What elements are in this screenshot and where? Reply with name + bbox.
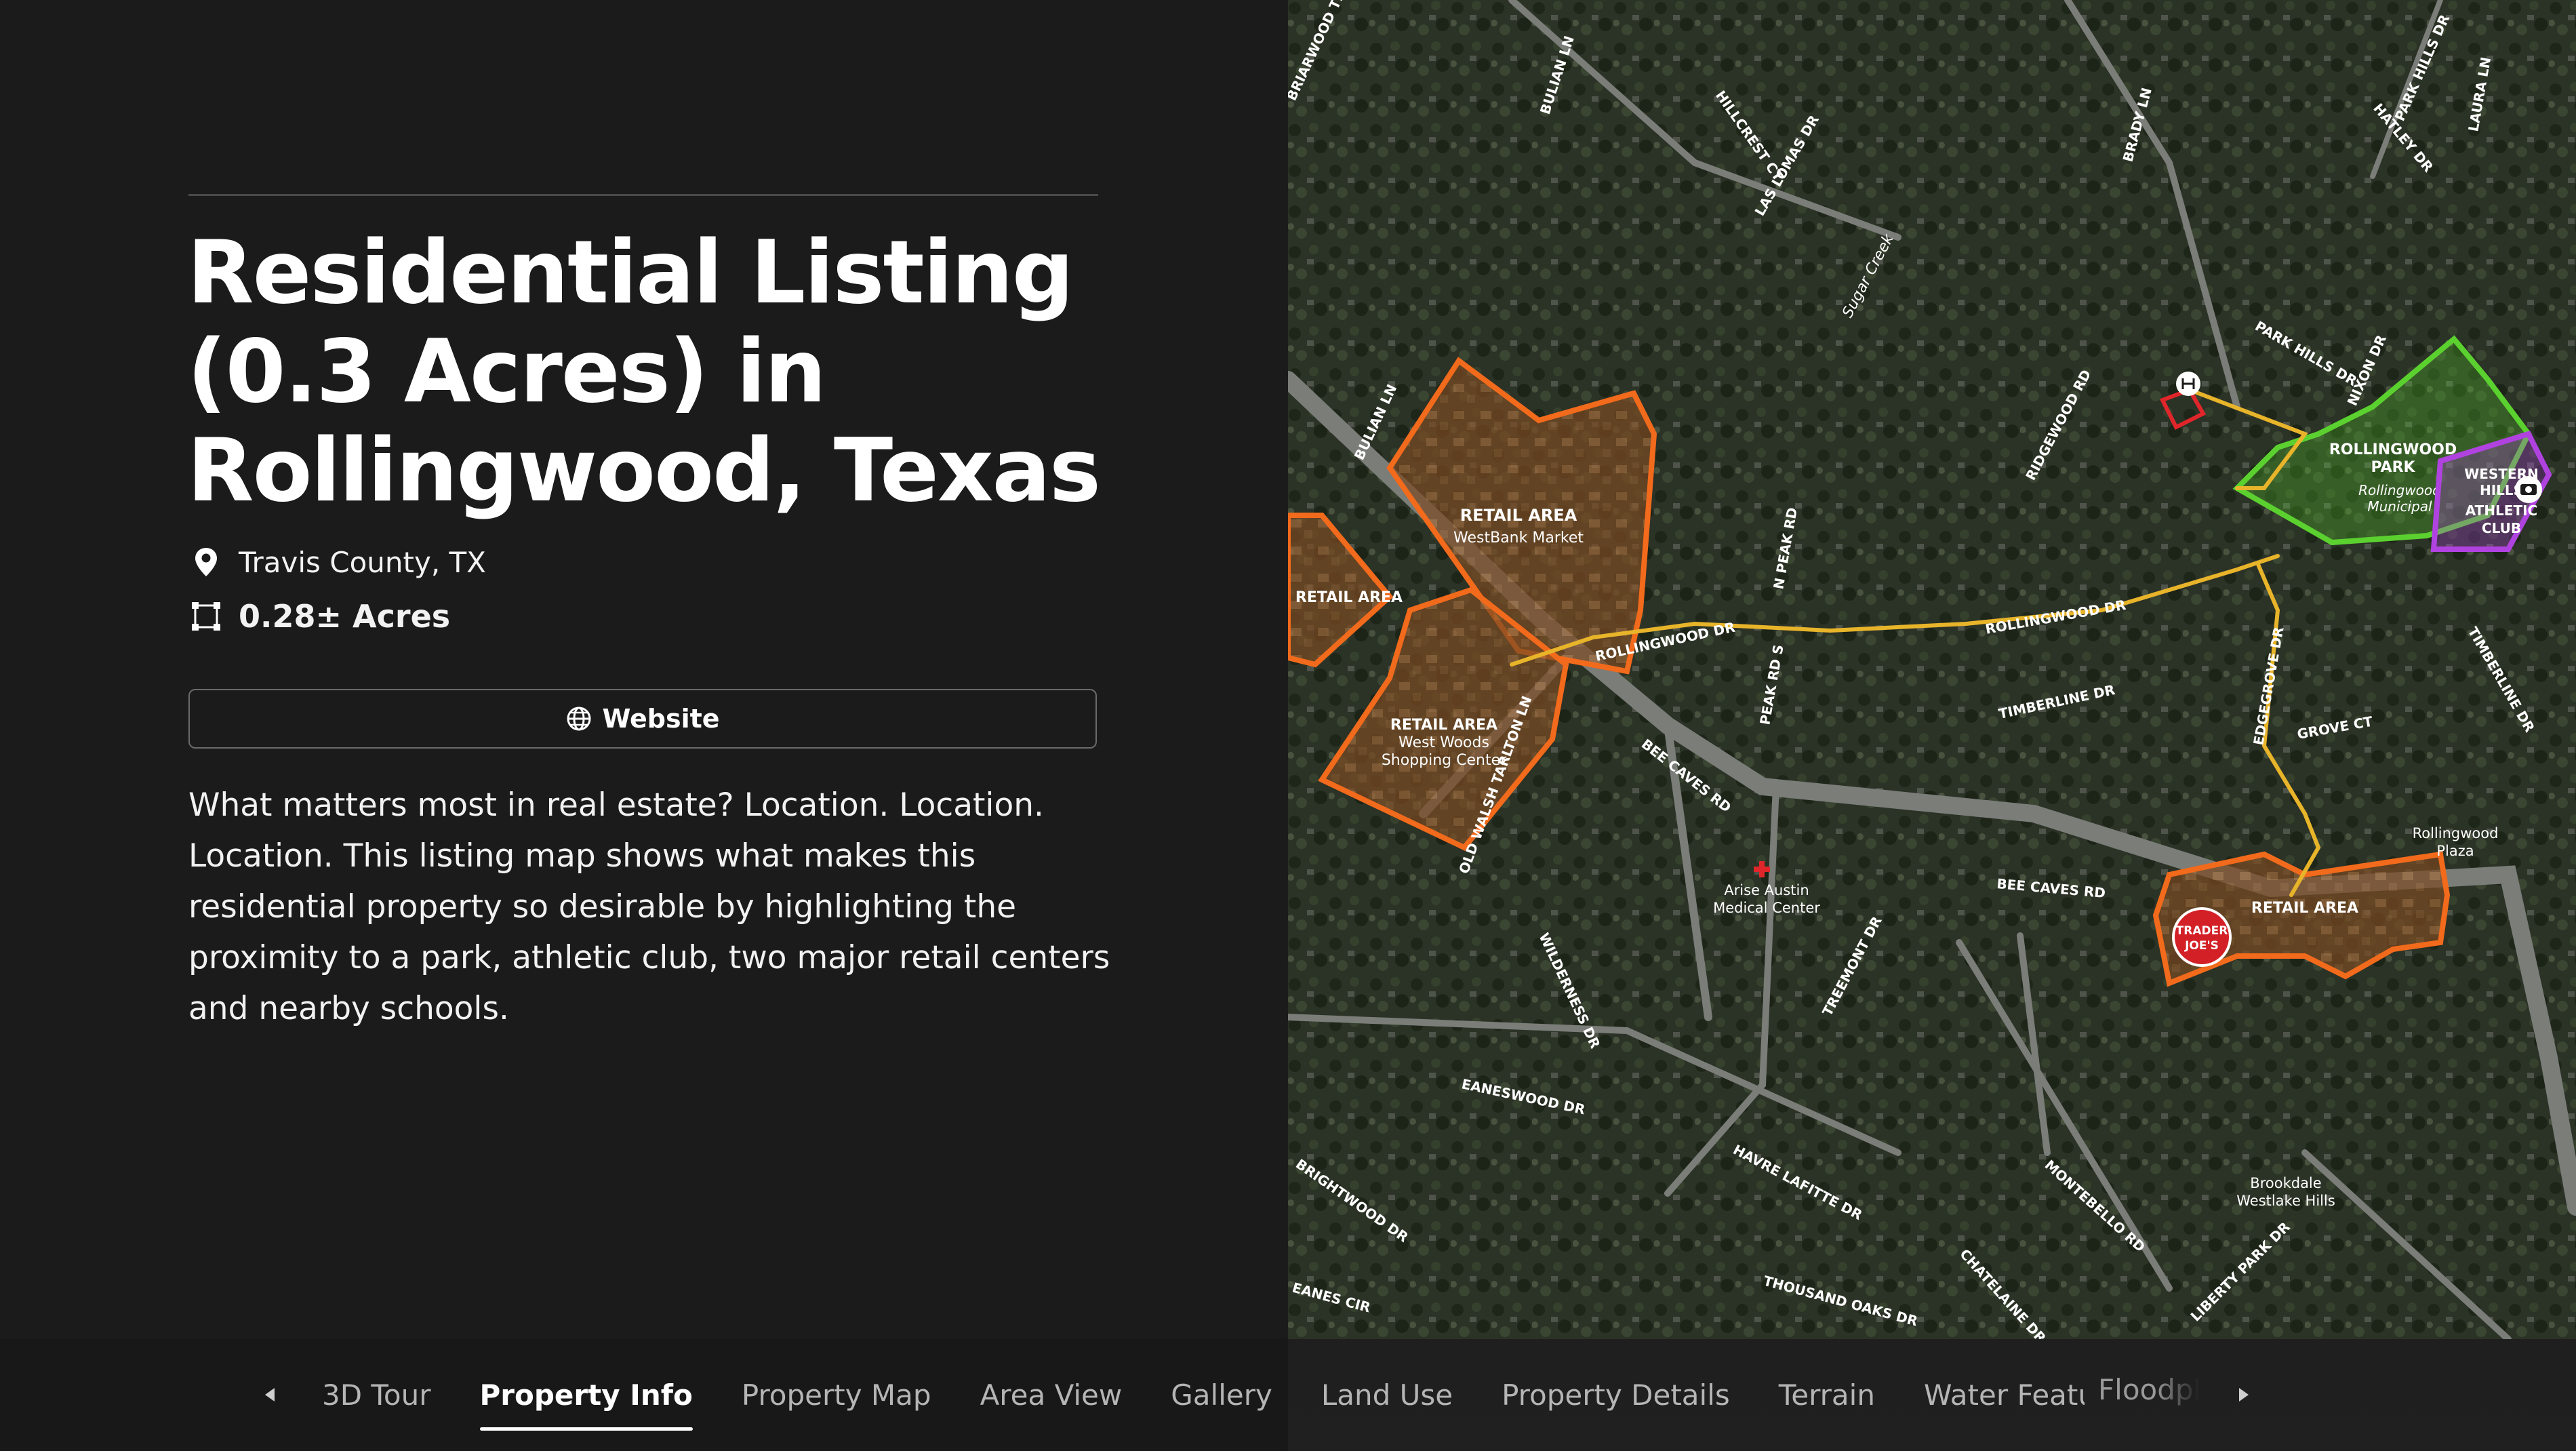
- retail-westbank-label: RETAIL AREA: [1460, 506, 1577, 525]
- listing-title: Residential Listing (0.3 Acres) in Rolli…: [187, 222, 1101, 521]
- website-button[interactable]: Website: [188, 689, 1097, 749]
- acreage-row: 0.28± Acres: [188, 598, 450, 635]
- retail-left-label: RETAIL AREA: [1295, 589, 1403, 606]
- retail-traderjoes-label: RETAIL AREA: [2251, 900, 2358, 917]
- trader-joes-line1: TRADER: [2176, 924, 2228, 938]
- tab-land-use[interactable]: Land Use: [1321, 1378, 1453, 1412]
- brookdale-label-1: Brookdale: [2250, 1175, 2321, 1191]
- acreage-text: 0.28± Acres: [239, 598, 451, 635]
- club-label-4: CLUB: [2482, 520, 2521, 536]
- tab-terrain[interactable]: Terrain: [1779, 1378, 1875, 1412]
- tab-property-map[interactable]: Property Map: [742, 1378, 931, 1412]
- rollingwood-plaza-label-2: Plaza: [2436, 843, 2474, 859]
- retail-westwoods-sub2: Shopping Center: [1382, 752, 1507, 769]
- tab-water-features[interactable]: Water Features: [1924, 1378, 2085, 1412]
- rollingwood-plaza-label-1: Rollingwood: [2413, 825, 2499, 841]
- tab-property-details[interactable]: Property Details: [1502, 1378, 1730, 1412]
- boundary-square-icon: [188, 599, 224, 634]
- retail-westbank-sub: WestBank Market: [1453, 530, 1584, 546]
- park-label-1: ROLLINGWOOD: [2329, 441, 2457, 458]
- tab-area-view[interactable]: Area View: [980, 1378, 1123, 1412]
- retail-westwoods-sub1: West Woods: [1398, 734, 1489, 751]
- camera-icon[interactable]: [2515, 476, 2542, 503]
- tab-3d-tour[interactable]: 3D Tour: [322, 1378, 431, 1412]
- aerial-map[interactable]: RETAIL AREA WestBank Market RETAIL AREA …: [1288, 0, 2576, 1339]
- map-pin-icon: [188, 544, 224, 580]
- tab-list: 3D Tour Property Info Property Map Area …: [322, 1339, 2085, 1451]
- location-text: Travis County, TX: [239, 545, 486, 579]
- club-label-3: ATHLETIC: [2466, 502, 2537, 519]
- website-button-label: Website: [602, 704, 720, 734]
- park-label-2: PARK: [2371, 459, 2415, 476]
- tab-gallery[interactable]: Gallery: [1171, 1378, 1272, 1412]
- listing-info-panel: Residential Listing (0.3 Acres) in Rolli…: [0, 0, 1288, 1339]
- caret-left-icon[interactable]: [254, 1378, 286, 1411]
- globe-icon: [565, 705, 592, 732]
- tab-floodplain-partial[interactable]: Floodpla: [2098, 1373, 2200, 1406]
- brookdale-label-2: Westlake Hills: [2236, 1193, 2335, 1209]
- trader-joes-logo: TRADER JOE'S: [2172, 907, 2232, 967]
- park-sub-1: Rollingwood: [2358, 482, 2441, 498]
- header-divider: [188, 194, 1098, 196]
- location-row: Travis County, TX: [188, 544, 486, 580]
- arise-label-2: Medical Center: [1713, 900, 1820, 916]
- listing-description: What matters most in real estate? Locati…: [188, 787, 1110, 1027]
- retail-westwoods-label: RETAIL AREA: [1390, 717, 1497, 734]
- caret-right-icon[interactable]: [2228, 1378, 2260, 1411]
- trader-joes-line2: JOE'S: [2184, 939, 2219, 953]
- park-sub-2: Municipal: [2367, 498, 2432, 515]
- arise-label-1: Arise Austin: [1724, 882, 1809, 898]
- tab-property-info[interactable]: Property Info: [479, 1378, 693, 1431]
